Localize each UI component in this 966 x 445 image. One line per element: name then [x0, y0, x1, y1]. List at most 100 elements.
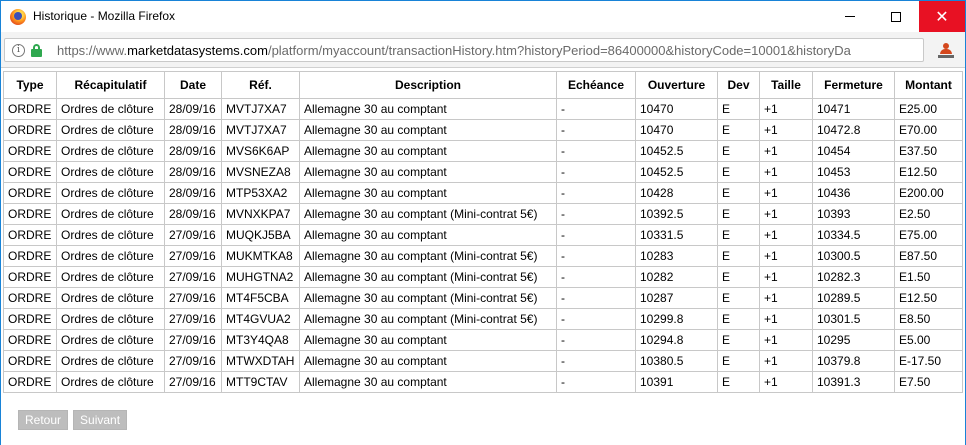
- address-bar[interactable]: i https://www.marketdatasystems.com/plat…: [4, 38, 924, 62]
- cell-close: 10436: [812, 182, 895, 204]
- table-row: ORDRE Ordres de clôture 28/09/16 MVS6K6AP Al…: [3, 140, 963, 162]
- minimize-button[interactable]: [827, 1, 873, 32]
- cell-size: +1: [759, 308, 813, 330]
- cell-description: Allemagne 30 au comptant: [299, 224, 557, 246]
- cell-type: ORDRE: [3, 329, 57, 351]
- cell-open: 10331.5: [635, 224, 718, 246]
- cell-amount: E1.50: [894, 266, 963, 288]
- cell-currency: E: [717, 161, 760, 183]
- cell-size: +1: [759, 224, 813, 246]
- table-row: ORDRE Ordres de clôture 27/09/16 MTWXDTAH Al…: [3, 350, 963, 372]
- cell-date: 28/09/16: [164, 98, 222, 120]
- cell-amount: E7.50: [894, 371, 963, 393]
- cell-description: Allemagne 30 au comptant: [299, 161, 557, 183]
- cell-expiry: -: [556, 203, 636, 225]
- cell-summary: Ordres de clôture: [56, 98, 165, 120]
- cell-close: 10289.5: [812, 287, 895, 309]
- cell-currency: E: [717, 203, 760, 225]
- table-row: ORDRE Ordres de clôture 27/09/16 MUQKJ5BA Al…: [3, 224, 963, 246]
- account-icon[interactable]: [938, 43, 954, 59]
- cell-ref: MVS6K6AP: [221, 140, 300, 162]
- cell-amount: E12.50: [894, 287, 963, 309]
- cell-summary: Ordres de clôture: [56, 203, 165, 225]
- cell-size: +1: [759, 371, 813, 393]
- column-header-summary: Récapitulatif: [56, 71, 165, 99]
- cell-open: 10452.5: [635, 140, 718, 162]
- cell-ref: MVTJ7XA7: [221, 98, 300, 120]
- cell-ref: MT4GVUA2: [221, 308, 300, 330]
- cell-open: 10283: [635, 245, 718, 267]
- close-button[interactable]: ✕: [919, 1, 965, 32]
- cell-ref: MUHGTNA2: [221, 266, 300, 288]
- table-row: ORDRE Ordres de clôture 28/09/16 MVTJ7XA7 Al…: [3, 98, 963, 120]
- column-header-type: Type: [3, 71, 57, 99]
- cell-type: ORDRE: [3, 350, 57, 372]
- table-header-row: Type Récapitulatif Date Réf. Description Eché…: [3, 71, 963, 99]
- cell-close: 10282.3: [812, 266, 895, 288]
- cell-expiry: -: [556, 371, 636, 393]
- cell-summary: Ordres de clôture: [56, 161, 165, 183]
- cell-summary: Ordres de clôture: [56, 224, 165, 246]
- table-row: ORDRE Ordres de clôture 27/09/16 MTT9CTAV Al…: [3, 371, 963, 393]
- cell-summary: Ordres de clôture: [56, 287, 165, 309]
- cell-date: 27/09/16: [164, 329, 222, 351]
- cell-currency: E: [717, 287, 760, 309]
- cell-size: +1: [759, 140, 813, 162]
- cell-description: Allemagne 30 au comptant: [299, 182, 557, 204]
- table-body: ORDRE Ordres de clôture 28/09/16 MVTJ7XA7 Al…: [3, 98, 963, 393]
- cell-close: 10454: [812, 140, 895, 162]
- cell-amount: E8.50: [894, 308, 963, 330]
- cell-type: ORDRE: [3, 308, 57, 330]
- cell-type: ORDRE: [3, 161, 57, 183]
- cell-currency: E: [717, 308, 760, 330]
- cell-open: 10294.8: [635, 329, 718, 351]
- url-text[interactable]: https://www.marketdatasystems.com/platfo…: [57, 43, 851, 58]
- cell-ref: MT4F5CBA: [221, 287, 300, 309]
- cell-ref: MUQKJ5BA: [221, 224, 300, 246]
- cell-open: 10452.5: [635, 161, 718, 183]
- info-icon[interactable]: i: [12, 44, 25, 57]
- table-row: ORDRE Ordres de clôture 27/09/16 MT4GVUA2 Al…: [3, 308, 963, 330]
- cell-type: ORDRE: [3, 119, 57, 141]
- table-row: ORDRE Ordres de clôture 28/09/16 MVNXKPA7 Al…: [3, 203, 963, 225]
- cell-size: +1: [759, 266, 813, 288]
- column-header-close: Fermeture: [812, 71, 895, 99]
- cell-size: +1: [759, 350, 813, 372]
- previous-page-button[interactable]: Retour: [18, 410, 69, 430]
- cell-description: Allemagne 30 au comptant: [299, 140, 557, 162]
- next-page-button[interactable]: Suivant: [73, 410, 128, 430]
- cell-amount: E25.00: [894, 98, 963, 120]
- table-row: ORDRE Ordres de clôture 28/09/16 MVSNEZA8 Al…: [3, 161, 963, 183]
- cell-description: Allemagne 30 au comptant (Mini-contrat 5…: [299, 287, 557, 309]
- cell-description: Allemagne 30 au comptant (Mini-contrat 5…: [299, 245, 557, 267]
- column-header-ref: Réf.: [221, 71, 300, 99]
- cell-description: Allemagne 30 au comptant: [299, 371, 557, 393]
- maximize-icon: [891, 11, 901, 22]
- cell-amount: E75.00: [894, 224, 963, 246]
- cell-description: Allemagne 30 au comptant (Mini-contrat 5…: [299, 266, 557, 288]
- cell-amount: E5.00: [894, 329, 963, 351]
- cell-currency: E: [717, 119, 760, 141]
- cell-open: 10428: [635, 182, 718, 204]
- cell-amount: E200.00: [894, 182, 963, 204]
- cell-type: ORDRE: [3, 98, 57, 120]
- cell-date: 27/09/16: [164, 371, 222, 393]
- cell-description: Allemagne 30 au comptant: [299, 350, 557, 372]
- cell-date: 28/09/16: [164, 140, 222, 162]
- maximize-button[interactable]: [873, 1, 919, 32]
- cell-expiry: -: [556, 182, 636, 204]
- cell-open: 10391: [635, 371, 718, 393]
- cell-ref: MUKMTKA8: [221, 245, 300, 267]
- browser-window: Historique - Mozilla Firefox ✕ i https:/…: [0, 0, 966, 445]
- cell-date: 27/09/16: [164, 287, 222, 309]
- cell-expiry: -: [556, 140, 636, 162]
- cell-open: 10299.8: [635, 308, 718, 330]
- cell-summary: Ordres de clôture: [56, 308, 165, 330]
- cell-open: 10392.5: [635, 203, 718, 225]
- cell-type: ORDRE: [3, 203, 57, 225]
- lock-icon[interactable]: [31, 44, 42, 57]
- pagination: Retour Suivant: [18, 410, 128, 430]
- table-row: ORDRE Ordres de clôture 27/09/16 MUKMTKA8 Al…: [3, 245, 963, 267]
- cell-open: 10282: [635, 266, 718, 288]
- cell-ref: MTT9CTAV: [221, 371, 300, 393]
